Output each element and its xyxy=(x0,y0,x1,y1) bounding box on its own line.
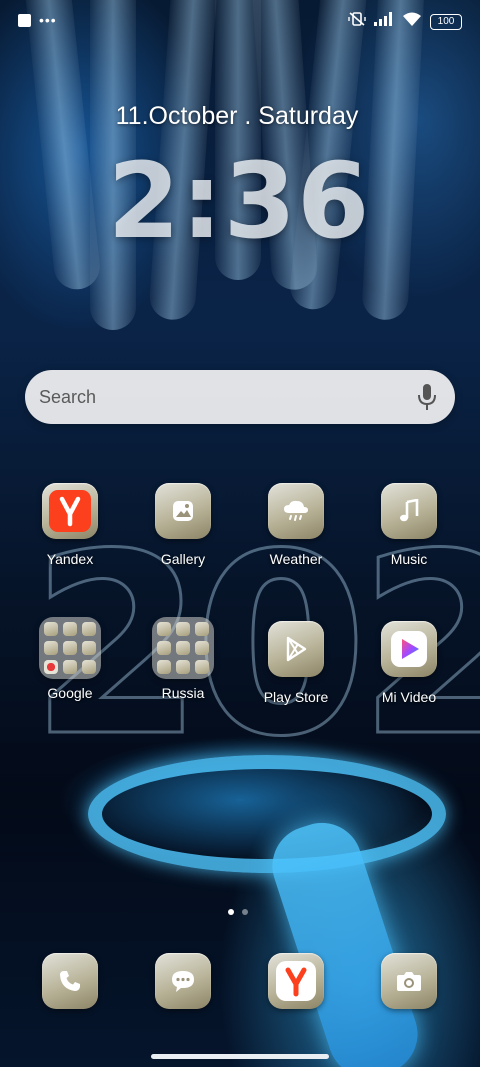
folder-russia[interactable]: Russia xyxy=(128,617,238,701)
dock-camera[interactable] xyxy=(354,953,464,1009)
camera-app-tile[interactable] xyxy=(381,953,437,1009)
signal-bars-icon xyxy=(374,12,394,31)
music-app-tile[interactable] xyxy=(381,483,437,539)
yandex-browser-app-tile[interactable] xyxy=(268,953,324,1009)
folder-mini-app-icon xyxy=(82,660,96,674)
play-store-app-tile[interactable] xyxy=(268,621,324,677)
weather-app-tile[interactable] xyxy=(268,483,324,539)
folder-icon[interactable] xyxy=(152,617,214,679)
folder-mini-app-icon xyxy=(176,622,190,636)
dock-yandex-browser[interactable] xyxy=(241,953,351,1009)
dock-messages[interactable] xyxy=(128,953,238,1009)
folder-mini-app-icon xyxy=(44,641,58,655)
folder-mini-app-icon xyxy=(157,622,171,636)
app-play-store[interactable]: Play Store xyxy=(241,621,351,705)
clock-widget[interactable]: 2:36 xyxy=(0,140,478,262)
folder-mini-app-icon xyxy=(63,641,77,655)
folder-label: Google xyxy=(47,685,93,701)
message-icon xyxy=(172,971,194,992)
page-dot-active[interactable] xyxy=(228,909,234,915)
folder-google[interactable]: Google xyxy=(15,617,125,701)
folder-icon[interactable] xyxy=(39,617,101,679)
app-weather[interactable]: Weather xyxy=(241,483,351,567)
app-gallery[interactable]: Gallery xyxy=(128,483,238,567)
home-gesture-bar[interactable] xyxy=(151,1054,329,1059)
notification-square-icon xyxy=(18,13,31,27)
yandex-icon xyxy=(276,961,316,1001)
folder-mini-app-icon xyxy=(176,641,190,655)
weather-icon xyxy=(284,500,308,521)
status-bar-left: ••• xyxy=(18,12,57,28)
home-screen: 2026 ••• 100 11.October . Saturday 2:36 … xyxy=(0,0,480,1067)
folder-mini-app-icon xyxy=(82,641,96,655)
folder-mini-app-icon xyxy=(44,622,58,636)
folder-mini-app-icon xyxy=(195,660,209,674)
app-label: Mi Video xyxy=(381,689,437,705)
mute-vibrate-icon xyxy=(348,11,366,32)
phone-app-tile[interactable] xyxy=(42,953,98,1009)
page-indicator xyxy=(228,909,248,915)
app-label: Play Store xyxy=(263,689,329,705)
folder-mini-app-icon xyxy=(63,660,77,674)
dock-phone[interactable] xyxy=(15,953,125,1009)
app-label: Music xyxy=(390,551,428,567)
mi-video-app-tile[interactable] xyxy=(381,621,437,677)
messages-app-tile[interactable] xyxy=(155,953,211,1009)
lockscreen-date: 11.October . Saturday xyxy=(115,102,359,130)
wallpaper-swirl xyxy=(88,755,446,873)
search-bar[interactable]: Search xyxy=(25,370,455,424)
folder-label: Russia xyxy=(161,685,205,701)
folder-mini-app-icon xyxy=(176,660,190,674)
folder-mini-app-icon xyxy=(195,622,209,636)
gallery-icon xyxy=(173,501,193,521)
gallery-app-tile[interactable] xyxy=(155,483,211,539)
folder-mini-app-icon xyxy=(157,660,171,674)
wifi-icon xyxy=(402,12,422,32)
app-label: Weather xyxy=(269,551,323,567)
app-music[interactable]: Music xyxy=(354,483,464,567)
folder-mini-app-icon xyxy=(44,660,58,674)
status-bar-right: 100 xyxy=(348,11,462,32)
folder-mini-app-icon xyxy=(157,641,171,655)
play-store-icon xyxy=(286,636,307,662)
yandex-app-tile[interactable] xyxy=(42,483,98,539)
phone-icon xyxy=(60,971,80,991)
mi-video-icon xyxy=(391,631,427,667)
microphone-icon[interactable] xyxy=(417,383,437,411)
status-bar: ••• 100 xyxy=(0,0,480,40)
yandex-icon xyxy=(49,490,91,532)
camera-icon xyxy=(397,972,421,991)
app-label: Gallery xyxy=(160,551,206,567)
folder-mini-app-icon xyxy=(195,641,209,655)
folder-mini-app-icon xyxy=(82,622,96,636)
app-label: Yandex xyxy=(46,551,94,567)
app-yandex[interactable]: Yandex xyxy=(15,483,125,567)
more-dots-icon: ••• xyxy=(39,12,57,28)
music-note-icon xyxy=(400,499,419,522)
folder-mini-app-icon xyxy=(63,622,77,636)
app-mi-video[interactable]: Mi Video xyxy=(354,621,464,705)
page-dot[interactable] xyxy=(242,909,248,915)
search-input[interactable]: Search xyxy=(39,370,96,424)
battery-icon: 100 xyxy=(430,13,462,30)
